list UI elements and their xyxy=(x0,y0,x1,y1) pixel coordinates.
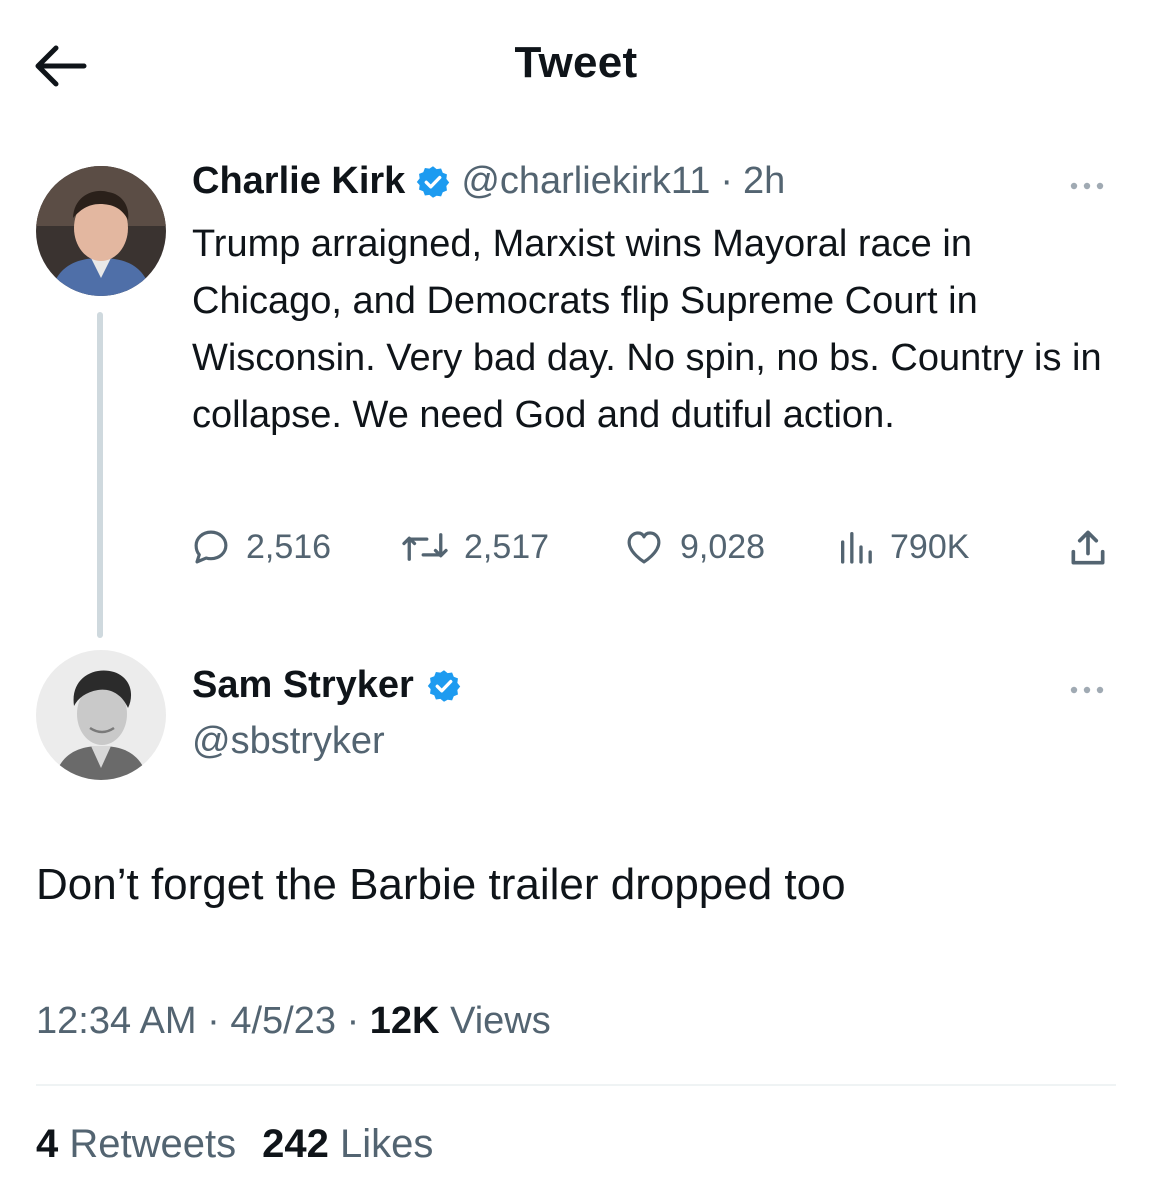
separator-dot: · xyxy=(346,1000,360,1042)
more-options-button[interactable] xyxy=(1062,680,1112,700)
tweet-timestamp[interactable]: 12:34 AM xyxy=(36,1000,197,1042)
avatar-photo xyxy=(36,650,166,780)
verified-badge-icon xyxy=(427,669,461,702)
share-icon xyxy=(1071,530,1105,565)
more-dots-icon xyxy=(1070,182,1104,190)
author-name[interactable]: Sam Stryker xyxy=(192,664,414,707)
separator-dot: · xyxy=(207,1000,220,1042)
author-handle[interactable]: @charliekirk11 xyxy=(461,160,710,203)
author-name[interactable]: Charlie Kirk xyxy=(192,160,405,203)
more-dots-icon xyxy=(1070,686,1104,694)
retweets-stat[interactable]: 4 Retweets xyxy=(36,1122,236,1167)
author-handle[interactable]: @sbstryker xyxy=(192,720,385,763)
avatar-sam-stryker[interactable] xyxy=(36,650,166,780)
reply-button[interactable]: 2,516 xyxy=(190,526,331,568)
like-button[interactable]: 9,028 xyxy=(622,526,765,568)
tweet-time[interactable]: 2h xyxy=(743,160,785,203)
views-count: 12K xyxy=(369,1000,440,1042)
reply-count: 2,516 xyxy=(246,527,332,566)
tweet-text: Trump arraigned, Marxist wins Mayoral ra… xyxy=(192,223,1102,436)
separator-dot: · xyxy=(720,160,734,202)
divider xyxy=(36,1084,1116,1086)
views-bar-chart-icon xyxy=(841,532,872,564)
views-count: 790K xyxy=(890,527,970,566)
verified-badge-icon xyxy=(417,165,450,198)
views-button[interactable]: 790K xyxy=(836,526,969,568)
tweet-metadata: 12:34 AM · 4/5/23 · 12K Views xyxy=(36,1000,551,1043)
engagement-stats: 4 Retweets 242 Likes xyxy=(36,1122,433,1167)
retweets-count: 4 xyxy=(36,1122,59,1166)
share-button[interactable] xyxy=(1066,526,1110,570)
reply-header: Sam Stryker xyxy=(192,664,462,707)
likes-stat[interactable]: 242 Likes xyxy=(262,1122,433,1167)
likes-count: 242 xyxy=(262,1122,329,1166)
tweet-date[interactable]: 4/5/23 xyxy=(230,1000,336,1042)
reply-tweet-text: Don’t forget the Barbie trailer dropped … xyxy=(36,860,846,909)
more-options-button[interactable] xyxy=(1062,176,1112,196)
page-title: Tweet xyxy=(514,38,638,87)
retweets-label: Retweets xyxy=(69,1122,237,1166)
avatar-photo xyxy=(36,166,166,296)
like-count: 9,028 xyxy=(680,527,766,566)
thread-connector-line xyxy=(97,312,103,638)
likes-label: Likes xyxy=(340,1122,434,1166)
retweet-icon xyxy=(402,533,448,561)
views-label: Views xyxy=(450,1000,551,1042)
heart-icon xyxy=(627,531,661,564)
tweet-header: Charlie Kirk @charliekirk11 · 2h xyxy=(192,160,785,203)
avatar-charlie-kirk[interactable] xyxy=(36,166,166,296)
retweet-count: 2,517 xyxy=(464,527,550,566)
retweet-button[interactable]: 2,517 xyxy=(400,526,549,568)
reply-icon xyxy=(194,530,228,564)
